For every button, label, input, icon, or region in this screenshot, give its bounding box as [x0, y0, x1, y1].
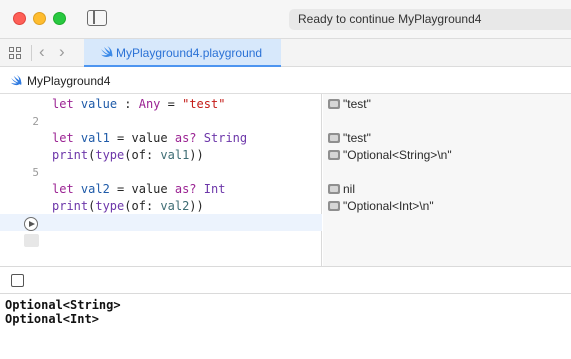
result-value: "test": [343, 97, 371, 111]
line-number: 2: [32, 115, 39, 128]
current-line-highlight: [0, 214, 322, 231]
identifier-token: val2: [80, 182, 110, 196]
breadcrumb-item-playground[interactable]: MyPlayground4: [27, 74, 110, 88]
code-line[interactable]: print(type(of: val2)): [52, 199, 204, 213]
code-line[interactable]: let val2 = value as? Int: [52, 182, 225, 196]
breadcrumb: MyPlayground4: [0, 67, 571, 94]
function-token: print: [52, 199, 89, 213]
minimize-window-button[interactable]: [33, 12, 46, 25]
window-titlebar: Ready to continue MyPlayground4: [0, 0, 571, 38]
console-line: Optional<String>: [5, 298, 121, 312]
code-token: = value: [109, 131, 175, 145]
code-line[interactable]: let val1 = value as? String: [52, 131, 247, 145]
source-editor[interactable]: 2 5 let value : Any = "test" let val1 = …: [0, 94, 322, 266]
function-token: type: [95, 199, 125, 213]
tab-playground[interactable]: MyPlayground4.playground: [84, 39, 281, 67]
sidebar-toggle-icon[interactable]: [87, 10, 107, 26]
code-token: (of:: [124, 199, 161, 213]
code-line[interactable]: let value : Any = "test": [52, 97, 225, 111]
forward-arrow-icon[interactable]: ›: [59, 43, 65, 61]
code-token: =: [160, 97, 183, 111]
identifier-token: val1: [80, 131, 110, 145]
swift-icon: [101, 46, 113, 58]
function-token: print: [52, 148, 89, 162]
result-value: "Optional<Int>\n": [343, 199, 434, 213]
zoom-window-button[interactable]: [53, 12, 66, 25]
result-value: "test": [343, 131, 371, 145]
console-output[interactable]: Optional<String> Optional<Int>: [0, 294, 571, 359]
identifier-token: val1: [160, 148, 190, 162]
function-token: type: [95, 148, 125, 162]
identifier-token: value: [80, 97, 118, 111]
type-token: String: [203, 131, 248, 145]
tab-bar: ‹ › MyPlayground4.playground: [0, 38, 571, 67]
keyword-token: let: [52, 131, 74, 145]
code-token: = value: [109, 182, 175, 196]
keyword-token: let: [52, 97, 74, 111]
toggle-debug-area-icon[interactable]: [11, 274, 24, 287]
quick-look-icon[interactable]: [328, 184, 340, 194]
run-line-placeholder: [24, 234, 39, 247]
keyword-token: Any: [138, 97, 161, 111]
keyword-token: as?: [174, 182, 197, 196]
console-line: Optional<Int>: [5, 312, 99, 326]
quick-look-icon[interactable]: [328, 133, 340, 143]
result-value: nil: [343, 182, 356, 196]
code-token: )): [189, 148, 204, 162]
debug-bar: [0, 266, 571, 294]
code-line[interactable]: print(type(of: val1)): [52, 148, 204, 162]
swift-file-icon: [10, 75, 22, 86]
related-items-grid-icon[interactable]: [9, 47, 22, 60]
code-token: (of:: [124, 148, 161, 162]
identifier-token: val2: [160, 199, 190, 213]
result-value: "Optional<String>\n": [343, 148, 452, 162]
line-number: 5: [32, 166, 39, 179]
quick-look-icon[interactable]: [328, 150, 340, 160]
activity-status: Ready to continue MyPlayground4: [289, 9, 571, 30]
string-token: "test": [182, 97, 226, 111]
code-token: )): [189, 199, 204, 213]
tab-label: MyPlayground4.playground: [116, 46, 263, 60]
quick-look-icon[interactable]: [328, 99, 340, 109]
type-token: Int: [203, 182, 226, 196]
keyword-token: let: [52, 182, 74, 196]
quick-look-icon[interactable]: [328, 201, 340, 211]
run-line-play-icon[interactable]: [24, 217, 38, 231]
results-sidebar: "test" "test" "Optional<String>\n" nil "…: [323, 94, 571, 266]
back-arrow-icon[interactable]: ‹: [39, 43, 45, 61]
close-window-button[interactable]: [13, 12, 26, 25]
keyword-token: as?: [174, 131, 197, 145]
code-token: :: [117, 97, 139, 111]
nav-divider: [31, 45, 32, 61]
